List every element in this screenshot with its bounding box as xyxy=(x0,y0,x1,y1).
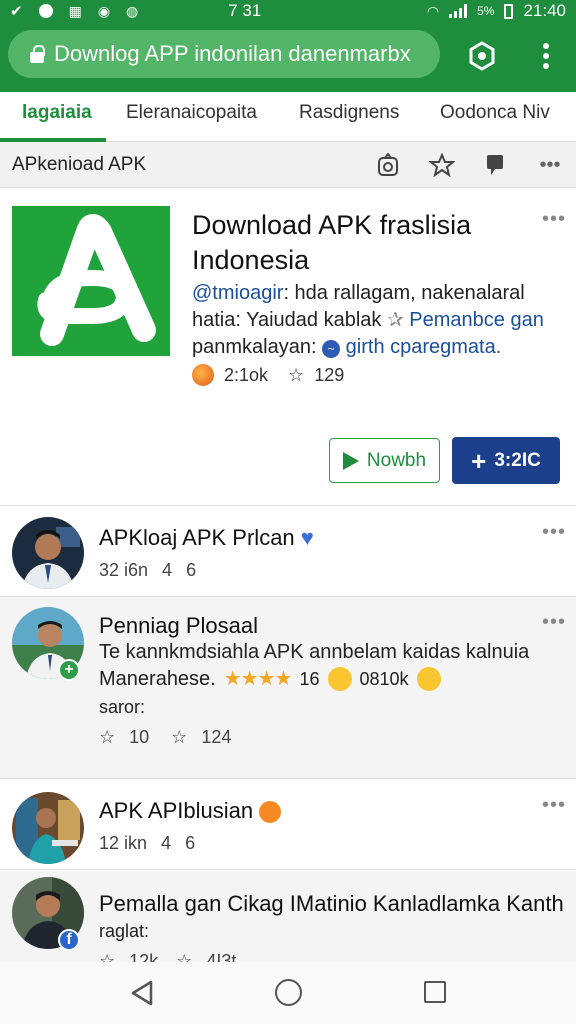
fire-emoji-icon xyxy=(192,364,214,386)
lock-icon xyxy=(30,45,45,63)
status-bar: ✔ ▦ ◉ ◍ 7 31 ◠ 5% 21:40 xyxy=(0,0,576,22)
vertical-dots-icon[interactable] xyxy=(526,36,566,76)
desc-link-1[interactable]: Pemanbce gan xyxy=(409,309,544,331)
battery-icon xyxy=(504,3,514,19)
app-stats: 2:1ok ☆ 129 xyxy=(192,364,344,386)
stat-stars: 129 xyxy=(314,364,345,385)
rating-total: 0810k xyxy=(359,669,409,689)
play-icon xyxy=(342,451,359,470)
plus-icon: + xyxy=(471,445,487,476)
wink-emoji-icon xyxy=(259,801,282,824)
home-icon[interactable] xyxy=(275,979,302,1006)
add-button[interactable]: + 3:2IC xyxy=(452,437,560,484)
post-meta-1: 12 ikn xyxy=(99,833,148,853)
post-meta-3: 6 xyxy=(185,833,196,853)
list-item[interactable]: APKloaj APK Prlcan ♥ 32 i6n 4 6 ••• xyxy=(0,507,576,597)
battery-percent: 5% xyxy=(477,4,495,18)
category-tabs: lagaiaia Eleranaicopaita Rasdignens Oodo… xyxy=(0,92,576,142)
section-header: APkenioad APK ••• xyxy=(0,142,576,188)
section-title: APkenioad APK xyxy=(12,153,147,175)
verified-badge-icon: + xyxy=(58,659,80,681)
post-meta-2: 4 xyxy=(161,833,172,853)
wave-emoji-icon: ~ xyxy=(322,340,341,358)
post-meta: 12 ikn 4 6 xyxy=(99,833,195,854)
stat-downloads: 2:1ok xyxy=(224,364,269,385)
desc-line-2: hatia: Yaiudad kablak xyxy=(192,309,382,331)
post-meta-2: 4 xyxy=(162,560,173,580)
status-center-text: 7 31 xyxy=(228,1,262,20)
post-title: Pemalla gan Cikag IMatinio Kanladlamka K… xyxy=(99,891,564,916)
notification-icon: ✔ xyxy=(10,3,23,20)
post-rating-line: Manerahese. ★★★★ 16 0810k xyxy=(99,665,441,693)
app-description: @tmioagir: hda rallagam, nakenalaral hat… xyxy=(192,280,562,361)
post-meta-1: 32 i6n xyxy=(99,560,149,580)
card-more-icon[interactable]: ••• xyxy=(542,208,566,231)
post-more-icon[interactable]: ••• xyxy=(542,521,566,544)
list-item[interactable]: + Penniag Plosaal Te kannkmdsiahla APK a… xyxy=(0,597,576,779)
recent-apps-icon[interactable] xyxy=(424,981,446,1003)
post-text-3: saror: xyxy=(99,697,146,717)
post-text-2: Manerahese. xyxy=(99,668,216,690)
list-item[interactable]: f Pemalla gan Cikag IMatinio Kanladlamka… xyxy=(0,871,576,971)
alarm-icon: ◉ xyxy=(97,2,111,19)
avatar[interactable] xyxy=(12,792,84,864)
smiley-emoji-icon xyxy=(327,667,352,691)
sparkle-icon: ✰ xyxy=(386,309,404,331)
desc-line-1: : hda rallagam, nakenalaral xyxy=(283,282,525,304)
post-meta: 32 i6n 4 6 xyxy=(99,560,196,581)
post-stat-2: 124 xyxy=(201,727,232,747)
clock-notification-icon xyxy=(38,4,53,18)
post-text-1: Te kannkmdsiahla APK annbelam kaidas kal… xyxy=(99,641,530,663)
back-icon[interactable] xyxy=(130,980,154,1011)
add-button-label: 3:2IC xyxy=(494,449,541,471)
app-card: Download APK fraslisia Indonesia ••• @tm… xyxy=(0,188,576,506)
star-icon: ☆ xyxy=(288,364,305,385)
desc-line-3: panmkalayan: xyxy=(192,336,317,358)
url-bar[interactable]: Downlog APP indonilan danenmarbx xyxy=(8,30,440,78)
tab-1[interactable]: lagaiaia xyxy=(22,102,92,124)
tab-2[interactable]: Eleranaicopaita xyxy=(126,102,257,124)
calendar-icon: ▦ xyxy=(68,2,82,19)
post-text-1: raglat: xyxy=(99,921,150,941)
star-icon: ☆ xyxy=(99,727,116,747)
rating-stars-icon: ★★★★ xyxy=(223,668,293,690)
tab-4[interactable]: Oodonca Niv xyxy=(440,102,550,124)
author-handle[interactable]: @tmioagir xyxy=(192,282,283,304)
post-more-icon[interactable]: ••• xyxy=(542,611,566,634)
facebook-badge-icon: f xyxy=(58,929,80,951)
desc-link-2[interactable]: girth cparegmata. xyxy=(346,336,502,358)
share-box-icon[interactable] xyxy=(372,150,404,180)
rating-count: 16 xyxy=(299,669,320,689)
app-title: Download APK fraslisia Indonesia xyxy=(192,210,472,275)
signal-icon xyxy=(449,4,468,18)
post-stat-1: 10 xyxy=(129,727,150,747)
play-now-label: Nowbh xyxy=(366,449,427,471)
post-stats: ☆ 10 ☆ 124 xyxy=(99,727,231,748)
url-text: Downlog APP indonilan danenmarbx xyxy=(54,41,411,66)
star-outline-icon[interactable] xyxy=(426,150,458,180)
smiley-emoji-icon xyxy=(416,667,441,691)
post-title: APK APIblusian xyxy=(99,798,282,824)
comment-icon[interactable] xyxy=(480,150,512,180)
list-item[interactable]: APK APIblusian 12 ikn 4 6 ••• xyxy=(0,780,576,870)
avatar[interactable] xyxy=(12,517,84,589)
star-icon: ☆ xyxy=(171,727,188,747)
heart-icon: ♥ xyxy=(300,525,314,550)
tab-3[interactable]: Rasdignens xyxy=(299,102,399,124)
browser-toolbar: Downlog APP indonilan danenmarbx xyxy=(0,22,576,92)
play-now-button[interactable]: Nowbh xyxy=(329,438,440,483)
post-title: Penniag Plosaal xyxy=(99,613,259,638)
system-nav-bar xyxy=(0,962,576,1024)
post-title: APKloaj APK Prlcan ♥ xyxy=(99,525,314,550)
status-time: 21:40 xyxy=(523,1,566,20)
shield-hexagon-icon[interactable] xyxy=(462,36,502,76)
more-icon[interactable]: ••• xyxy=(534,150,566,180)
wifi-icon: ◠ xyxy=(426,2,440,19)
chat-icon: ◍ xyxy=(126,2,139,19)
post-more-icon[interactable]: ••• xyxy=(542,794,566,817)
app-logo xyxy=(12,206,170,356)
post-meta-3: 6 xyxy=(186,560,197,580)
